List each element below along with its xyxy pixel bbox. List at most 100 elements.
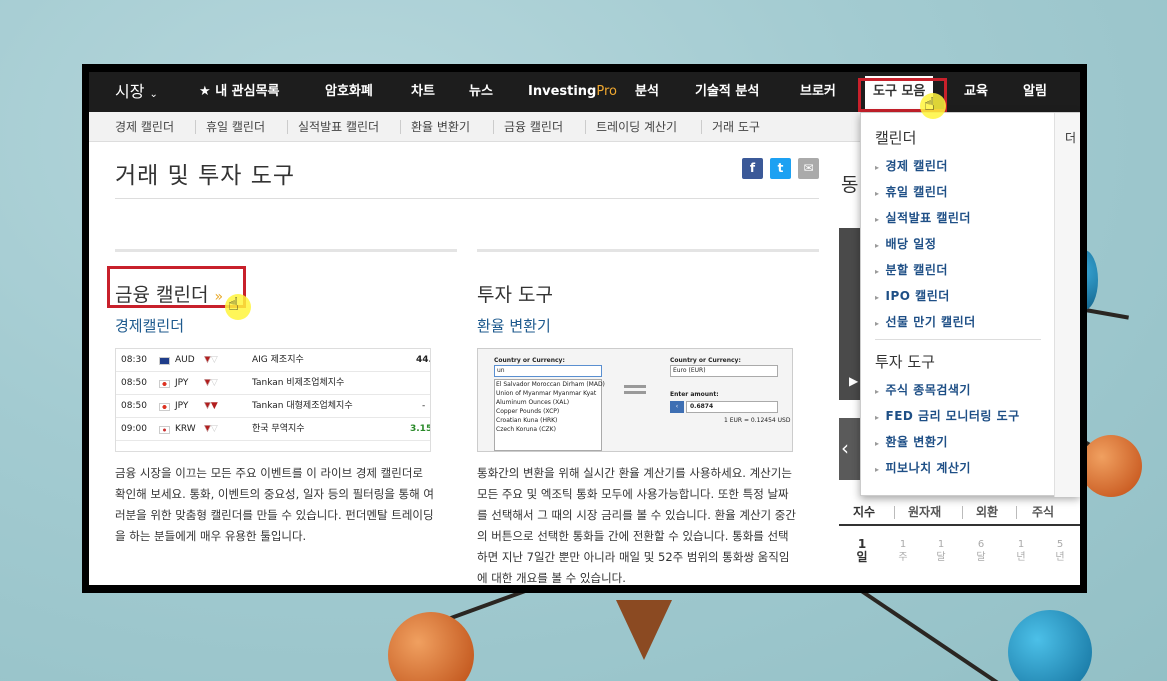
dropdown-item-ipo-calendar[interactable]: ▸ IPO 캘린더 [875,287,950,304]
dropdown-item-currency-converter[interactable]: ▸ 환율 변환기 [875,433,948,450]
converter-list-item: Union of Myanmar Myanmar Kyat [496,390,597,397]
facebook-share-icon[interactable]: f [742,158,763,179]
email-share-icon[interactable]: ✉ [798,158,819,179]
swap-icon: ‹ [670,401,684,413]
dropdown-item-label: 배당 일정 [885,237,937,251]
chevron-right-icon: ▸ [875,465,880,474]
tools-dropdown-menu: 캘린더 ▸ 경제 캘린더 ▸ 휴일 캘린더 ▸ 실적발표 캘린더 ▸ 배당 일정 ▸ 분할… [860,112,1080,497]
dropdown-item-label: IPO 캘린더 [885,289,950,303]
nav-alerts[interactable]: 알림 [1023,72,1047,112]
converter-list-item: Croatian Kuna (HRK) [496,417,558,424]
converter-list-item: Copper Pounds (XCP) [496,408,560,415]
calendar-row: 08:50 JPY ▼ ▽▽ Tankan 비제조업체지수 [116,372,430,395]
dropdown-item-fibonacci[interactable]: ▸ 피보나치 계산기 [875,459,971,476]
dropdown-item-dividend-calendar[interactable]: ▸ 배당 일정 [875,235,936,252]
economic-calendar-link[interactable]: 경제캘린더 [115,315,184,336]
dropdown-item-holiday-calendar[interactable]: ▸ 휴일 캘린더 [875,183,948,200]
subnav-trading-calculator[interactable]: 트레이딩 계산기 [596,112,677,142]
period-6-month[interactable]: 6달 [974,538,988,564]
tab-commodities[interactable]: 원자재 [908,500,941,524]
dropdown-item-fed-monitor[interactable]: ▸ FED 금리 모니터링 도구 [875,407,1020,424]
hand-cursor-icon: ☝ [924,94,935,115]
subnav-holiday-calendar[interactable]: 휴일 캘린더 [206,112,265,142]
calendar-event: AIG 제조지수 [252,355,304,365]
page-title: 거래 및 투자 도구 [115,163,296,189]
dropdown-item-label: 주식 종목검색기 [885,383,971,397]
converter-rate: 1 EUR = 0.12454 USD [724,417,791,424]
converter-from-label: Country or Currency: [494,357,565,364]
calendar-time: 08:50 [121,378,147,388]
period-1-month[interactable]: 1달 [934,538,948,564]
nav-education[interactable]: 교육 [964,72,988,112]
dropdown-col2-heading: 더 [1065,131,1077,145]
subnav-separator [493,120,494,134]
chevron-right-icon: ▸ [875,163,880,172]
dropdown-item-label: 분할 캘린더 [885,263,948,277]
calendar-row: 09:00 KRW ▼ ▽▽ 한국 무역지수 3.15 [116,418,431,441]
nav-charts[interactable]: 차트 [411,72,435,112]
chevron-right-icon: ▸ [875,189,880,198]
financial-calendar-description: 금융 시장을 이끄는 모든 주요 이벤트를 이 라이브 경제 캘린더로 확인해 … [115,466,434,543]
play-icon: ▶ [849,374,859,388]
nav-brokers[interactable]: 브로커 [800,72,836,112]
nav-investing-pro[interactable]: InvestingPro [528,72,617,112]
period-number: 1 [937,539,945,550]
tab-indices[interactable]: 지수 [853,500,875,524]
dropdown-item-label: 환율 변환기 [885,435,948,449]
calendar-time: 08:30 [121,355,147,365]
period-1-day[interactable]: 1일 [855,538,869,564]
chevron-right-icon: ▸ [875,241,880,250]
dropdown-item-label: 실적발표 캘린더 [885,211,971,225]
dropdown-item-economic-calendar[interactable]: ▸ 경제 캘린더 [875,157,948,174]
subnav-economic-calendar[interactable]: 경제 캘린더 [115,112,174,142]
decor-ball-orange [1080,435,1142,497]
period-number: 6 [977,539,985,550]
period-1-year[interactable]: 1년 [1014,538,1028,564]
calendar-event: 한국 무역지수 [252,424,305,434]
period-5-year[interactable]: 5년 [1053,538,1067,564]
converter-preview-image[interactable]: Country or Currency: un El Salvador Moro… [477,348,793,452]
currency-converter-link[interactable]: 환율 변환기 [477,315,551,336]
jp-flag-icon [159,380,170,388]
decor-ball-orange [388,612,474,681]
nav-market-label: 시장 [115,82,145,101]
calendar-value: 3.15 [410,424,431,434]
dropdown-item-split-calendar[interactable]: ▸ 분할 캘린더 [875,261,948,278]
tab-stocks[interactable]: 주식 [1032,500,1054,524]
subnav-currency-converter[interactable]: 환율 변환기 [411,112,470,142]
calendar-value: - [422,401,426,411]
kr-flag-icon [159,426,170,434]
subnav-trading-tools[interactable]: 거래 도구 [712,112,760,142]
converter-list-item: Czech Koruna (CZK) [496,426,556,433]
nav-technical[interactable]: 기술적 분석 [695,72,759,112]
tab-forex[interactable]: 외환 [976,500,998,524]
chevron-right-icon: ▸ [875,267,880,276]
converter-from-input: un [494,365,602,377]
jp-flag-icon [159,403,170,411]
nav-news[interactable]: 뉴스 [469,72,493,112]
subnav-separator [400,120,401,134]
nav-analysis[interactable]: 분석 [635,72,659,112]
period-number: 5 [1056,539,1064,550]
title-divider [115,198,819,199]
calendar-event: Tankan 비제조업체지수 [252,378,345,388]
calendar-currency: JPY [175,401,189,411]
nav-crypto[interactable]: 암호화폐 [325,72,373,112]
calendar-preview-image[interactable]: 08:30 AUD ▼ ▽▽ AIG 제조지수 44. 08:50 JPY ▼ ▽▽… [115,348,431,452]
subnav-financial-calendar[interactable]: 금융 캘린더 [504,112,563,142]
chevron-right-icon: ▸ [875,387,880,396]
period-1-week[interactable]: 1주 [896,538,910,564]
subnav-earnings-calendar[interactable]: 실적발표 캘린더 [298,112,379,142]
twitter-share-icon[interactable]: t [770,158,791,179]
equals-icon [624,385,646,388]
nav-market[interactable]: 시장 ⌄ [115,72,158,112]
nav-watchlist[interactable]: ★ 내 관심목록 [199,72,280,112]
converter-amount-input: 0.6874 [686,401,778,413]
calendar-row: 08:30 AUD ▼ ▽▽ AIG 제조지수 44. [116,349,430,372]
dropdown-second-column: 더 [1054,113,1080,497]
dropdown-item-futures-expiry[interactable]: ▸ 선물 만기 캘린더 [875,313,976,330]
dropdown-item-stock-screener[interactable]: ▸ 주식 종목검색기 [875,381,971,398]
dropdown-calendar-heading: 캘린더 [875,129,917,147]
dropdown-item-earnings-calendar[interactable]: ▸ 실적발표 캘린더 [875,209,971,226]
chevron-right-icon: ▸ [875,215,880,224]
